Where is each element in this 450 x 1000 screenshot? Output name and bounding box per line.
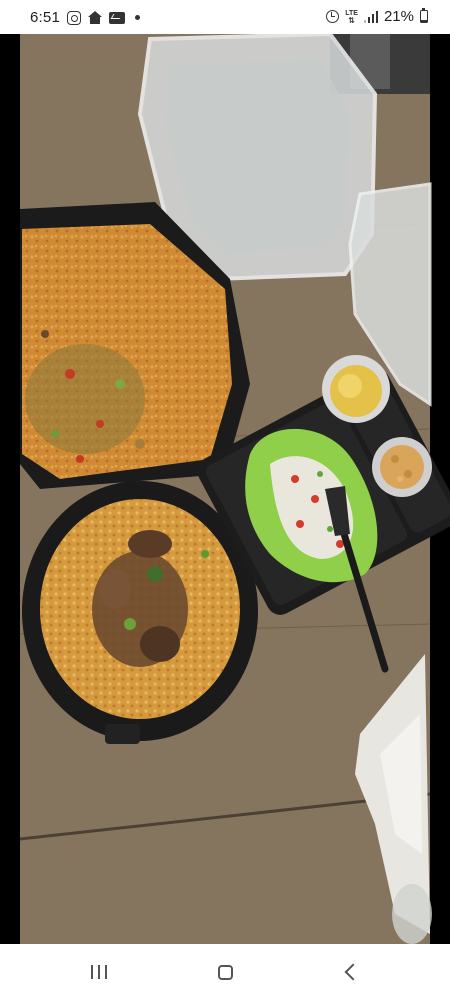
instagram-icon xyxy=(67,10,81,25)
battery-level-fill xyxy=(421,19,427,22)
status-bar-left: 6:51 xyxy=(30,9,140,26)
clock-time: 6:51 xyxy=(30,9,60,26)
home-button[interactable] xyxy=(208,958,242,986)
navigation-bar xyxy=(0,944,450,1000)
status-bar-right: LTE ⇅ 21% xyxy=(326,8,428,25)
home-icon xyxy=(88,10,102,25)
battery-icon xyxy=(420,8,428,23)
signal-icon xyxy=(363,10,378,23)
status-bar: 6:51 LTE ⇅ 21% xyxy=(0,0,450,34)
bowl-tab xyxy=(105,724,140,744)
food-photo xyxy=(0,34,450,944)
data-arrows-icon: ⇅ xyxy=(348,15,355,25)
back-button[interactable] xyxy=(334,958,368,986)
back-icon xyxy=(344,963,362,981)
small-cup xyxy=(392,884,432,944)
home-icon xyxy=(217,964,233,980)
battery-percent: 21% xyxy=(383,8,414,25)
vegetable-topping xyxy=(25,344,145,454)
photo-viewer[interactable] xyxy=(0,34,450,944)
dot-icon xyxy=(135,15,140,20)
alarm-icon xyxy=(326,10,340,23)
lte-icon: LTE ⇅ xyxy=(345,10,358,25)
recents-button[interactable] xyxy=(83,958,117,986)
mail-icon xyxy=(109,11,125,24)
recents-icon xyxy=(91,965,109,979)
